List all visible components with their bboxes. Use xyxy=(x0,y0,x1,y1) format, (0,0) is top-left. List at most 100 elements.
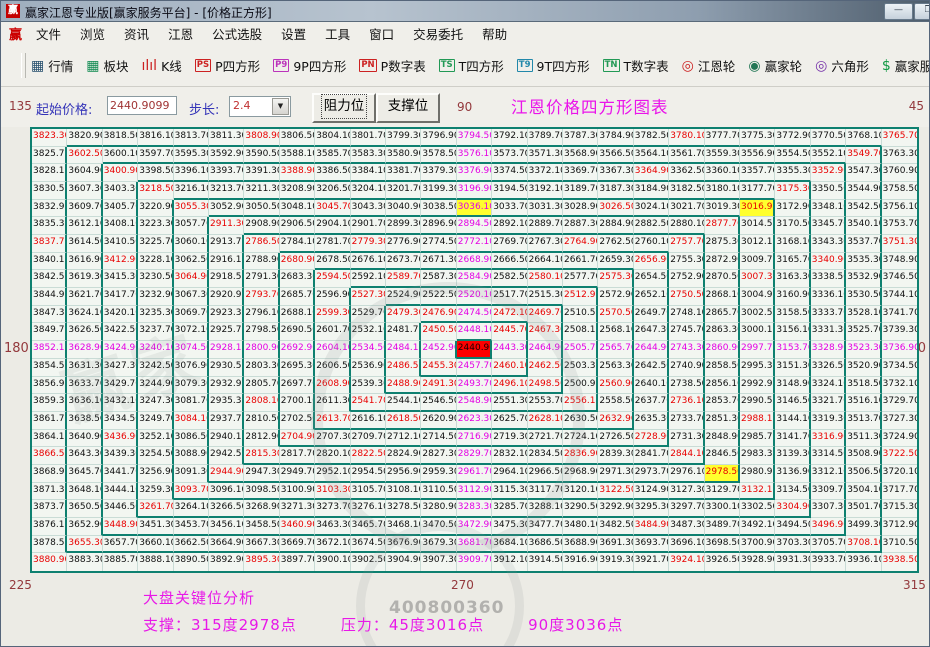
price-cell: 2683.30 xyxy=(280,270,315,288)
price-cell-highlight: 2978.50 xyxy=(705,465,740,483)
price-cell: 2949.70 xyxy=(280,465,315,483)
price-cell: 2592.10 xyxy=(351,270,386,288)
price-cell: 3232.90 xyxy=(138,288,173,306)
toolbar-item-行情[interactable]: ▦行情 xyxy=(31,56,73,75)
toolbar-item-P数字表[interactable]: PNP数字表 xyxy=(359,56,425,75)
price-cell: 3316.90 xyxy=(811,430,846,448)
price-cell: 2844.10 xyxy=(669,447,704,465)
price-cell: 3403.30 xyxy=(103,182,138,200)
p9-square-icon: P9 xyxy=(273,59,289,72)
price-cell: 3751.30 xyxy=(882,235,917,253)
toolbar-item-板块[interactable]: ▦板块 xyxy=(86,56,128,75)
price-cell: 2757.70 xyxy=(669,235,704,253)
menu-item-2[interactable]: 资讯 xyxy=(124,27,149,42)
price-cell: 2625.70 xyxy=(492,412,527,430)
price-cell: 3048.10 xyxy=(280,200,315,218)
price-cell: 2738.50 xyxy=(669,377,704,395)
price-cell: 3616.90 xyxy=(67,253,102,271)
menu-item-1[interactable]: 浏览 xyxy=(80,27,105,42)
toolbar-grip[interactable] xyxy=(21,53,26,78)
toolbar-item-P四方形[interactable]: PSP四方形 xyxy=(195,56,260,75)
price-cell: 2930.50 xyxy=(209,359,244,377)
price-cell: 3141.70 xyxy=(775,430,810,448)
toolbar-item-T数字表[interactable]: TNT数字表 xyxy=(603,56,669,75)
price-cell: 3792.10 xyxy=(492,129,527,147)
price-cell: 3739.30 xyxy=(882,323,917,341)
price-cell: 3722.50 xyxy=(882,447,917,465)
menu-item-8[interactable]: 交易委托 xyxy=(413,27,463,42)
price-cell: 2880.10 xyxy=(669,217,704,235)
price-cell: 3436.90 xyxy=(103,430,138,448)
resistance-button[interactable]: 阻力位 xyxy=(312,93,376,123)
toolbar-item-9P四方形[interactable]: P99P四方形 xyxy=(273,56,346,75)
price-cell: 3813.70 xyxy=(174,129,209,147)
price-cell: 3350.50 xyxy=(811,182,846,200)
price-cell: 3067.30 xyxy=(174,288,209,306)
sectors-icon: ▦ xyxy=(86,59,99,73)
menu-item-6[interactable]: 工具 xyxy=(325,27,350,42)
price-cell: 3482.50 xyxy=(598,518,633,536)
toolbar-item-赢家轮[interactable]: ◉赢家轮 xyxy=(748,56,802,75)
price-cell: 3696.10 xyxy=(669,536,704,554)
start-price-input[interactable] xyxy=(107,96,177,115)
price-cell: 3938.50 xyxy=(882,553,917,571)
price-cell: 2872.90 xyxy=(705,253,740,271)
toolbar-item-六角形[interactable]: ◎六角形 xyxy=(815,56,869,75)
price-cell: 2659.30 xyxy=(598,253,633,271)
price-cell: 3151.30 xyxy=(775,359,810,377)
price-cell: 3410.50 xyxy=(103,235,138,253)
price-cell: 3057.70 xyxy=(174,217,209,235)
price-cell: 3343.30 xyxy=(811,235,846,253)
maximize-button[interactable]: ❐ xyxy=(914,3,930,20)
price-cell: 3933.70 xyxy=(811,553,846,571)
price-cell: 3549.70 xyxy=(846,147,881,165)
support-button[interactable]: 支撑位 xyxy=(376,93,440,123)
price-cell: 3744.10 xyxy=(882,288,917,306)
price-cell: 3698.50 xyxy=(705,536,740,554)
toolbar-item-9T四方形[interactable]: T99T四方形 xyxy=(517,56,590,75)
price-cell: 3110.50 xyxy=(421,483,456,501)
toolbar-item-赢家服务[interactable]: $赢家服务 xyxy=(882,56,930,75)
price-cell: 3259.30 xyxy=(138,483,173,501)
step-dropdown[interactable]: 2.4 ▼ xyxy=(229,96,291,117)
price-cell: 3014.50 xyxy=(740,217,775,235)
price-cell: 3592.90 xyxy=(209,147,244,165)
price-cell: 2786.50 xyxy=(244,235,279,253)
price-cell: 2856.10 xyxy=(705,377,740,395)
price-cell: 2865.70 xyxy=(705,306,740,324)
price-cell: 3583.30 xyxy=(351,147,386,165)
price-cell: 2803.30 xyxy=(244,359,279,377)
price-cell: 3667.30 xyxy=(244,536,279,554)
price-cell: 3907.30 xyxy=(421,553,456,571)
price-cell: 3772.90 xyxy=(775,129,810,147)
price-cell-highlight: 3036.10 xyxy=(457,200,492,218)
menu-item-0[interactable]: 文件 xyxy=(36,27,61,42)
price-cell: 2510.50 xyxy=(563,306,598,324)
minimize-button[interactable]: — xyxy=(884,3,913,20)
menu-item-5[interactable]: 设置 xyxy=(281,27,306,42)
price-cell: 3079.30 xyxy=(174,377,209,395)
price-cell: 2971.30 xyxy=(598,465,633,483)
price-cell: 2568.10 xyxy=(598,323,633,341)
page-title: 江恩价格四方形图表 xyxy=(511,94,669,118)
price-cell: 2990.50 xyxy=(740,394,775,412)
price-cell: 2810.50 xyxy=(244,412,279,430)
price-cell: 3775.30 xyxy=(740,129,775,147)
chevron-down-icon[interactable]: ▼ xyxy=(272,98,289,115)
menu-item-4[interactable]: 公式选股 xyxy=(212,27,262,42)
price-cell: 3568.90 xyxy=(563,147,598,165)
price-cell: 2671.30 xyxy=(421,253,456,271)
price-cell: 3556.90 xyxy=(740,147,775,165)
menu-item-3[interactable]: 江恩 xyxy=(168,27,193,42)
toolbar-item-江恩轮[interactable]: ◎江恩轮 xyxy=(682,56,736,75)
price-cell: 3609.70 xyxy=(67,200,102,218)
menu-item-9[interactable]: 帮助 xyxy=(482,27,507,42)
price-cell: 2712.10 xyxy=(386,430,421,448)
menu-item-7[interactable]: 窗口 xyxy=(369,27,394,42)
price-cell: 2536.90 xyxy=(351,359,386,377)
price-cell: 2733.70 xyxy=(669,412,704,430)
toolbar-item-T四方形[interactable]: TST四方形 xyxy=(439,56,504,75)
price-cell: 3074.50 xyxy=(174,341,209,359)
price-cell: 2709.70 xyxy=(351,430,386,448)
toolbar-item-K线[interactable]: ılılK线 xyxy=(142,56,182,75)
